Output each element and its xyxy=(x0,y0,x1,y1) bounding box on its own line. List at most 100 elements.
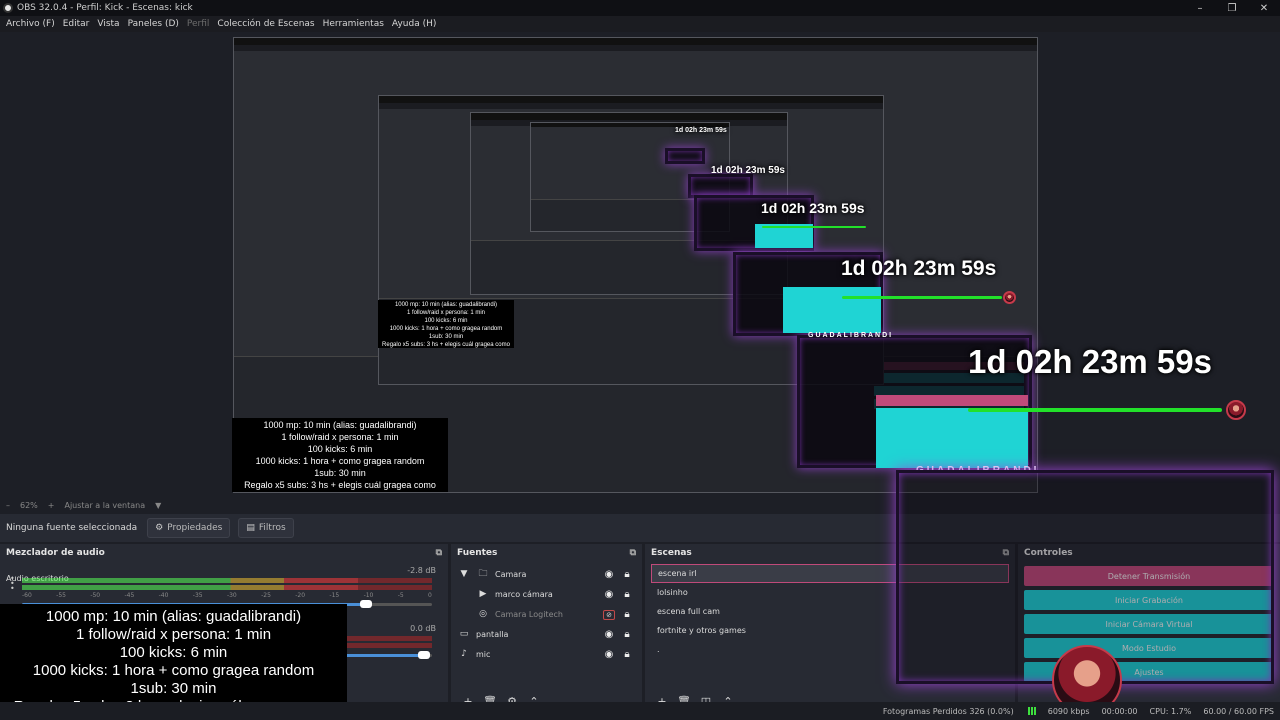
eye-icon[interactable]: ◉ xyxy=(600,649,618,660)
menu-herramientas[interactable]: Herramientas xyxy=(319,19,388,29)
source-label: Camara xyxy=(495,569,527,579)
signal-strength-icon xyxy=(1025,707,1036,715)
window-title: OBS 32.0.4 - Perfil: Kick - Escenas: kic… xyxy=(17,3,193,13)
lock-icon[interactable]: 🔒︎ xyxy=(618,649,636,660)
menu-ayuda[interactable]: Ayuda (H) xyxy=(388,19,440,29)
properties-label: Propiedades xyxy=(167,523,223,533)
obs-logo-icon xyxy=(3,3,13,13)
overlay-line: 1000 kicks: 1 hora + como gragea random xyxy=(32,662,315,679)
menu-editar[interactable]: Editar xyxy=(59,19,94,29)
overlay-line: 100 kicks: 6 min xyxy=(119,644,228,661)
menu-bar: Archivo (F) Editar Vista Paneles (D) Per… xyxy=(0,16,1280,32)
zoom-plus-icon[interactable]: + xyxy=(48,501,55,510)
fit-window-label[interactable]: Ajustar a la ventana xyxy=(64,501,145,510)
fps: 60.00 / 60.00 FPS xyxy=(1203,706,1274,716)
overlay-line: 1000 mp: 10 min (alias: guadalibrandi) xyxy=(45,608,302,625)
overlay-line: 1000 mp: 10 min (alias: guadalibrandi) xyxy=(263,420,417,430)
monitor-icon: ▭ xyxy=(459,629,469,639)
overlay-text-medium: 1000 mp: 10 min (alias: guadalibrandi) 1… xyxy=(232,418,448,492)
lock-icon[interactable]: 🔒︎ xyxy=(618,609,636,620)
eye-icon[interactable]: ◉ xyxy=(600,589,618,600)
source-label: Camara Logitech xyxy=(495,609,563,619)
title-bar: OBS 32.0.4 - Perfil: Kick - Escenas: kic… xyxy=(0,0,1280,16)
zoom-minus-icon[interactable]: – xyxy=(6,501,10,510)
source-item-marco-camara[interactable]: ▶ marco cámara ◉ 🔒︎ xyxy=(457,584,636,604)
chevron-down-icon[interactable]: ▼ xyxy=(155,501,161,510)
cam-frame-tiny xyxy=(665,148,705,164)
audio-mixer-header: Mezclador de audio ⧉ xyxy=(0,544,448,562)
filters-label: Filtros xyxy=(258,523,286,533)
overlay-line: 1sub: 30 min xyxy=(314,468,366,478)
undock-icon[interactable]: ⧉ xyxy=(630,548,636,558)
timer-s: 1d 02h 23m 59s xyxy=(711,165,785,176)
lock-icon[interactable]: 🔒︎ xyxy=(618,589,636,600)
maximize-button[interactable]: ❐ xyxy=(1216,0,1248,16)
stream-time: 00:00:00 xyxy=(1101,706,1138,716)
status-bar: Fotogramas Perdidos 326 (0.0%) 6090 kbps… xyxy=(0,702,1280,720)
play-icon: ▶ xyxy=(479,589,487,599)
cpu-usage: CPU: 1.7% xyxy=(1149,706,1192,716)
track-menu-icon[interactable]: • • • xyxy=(10,575,16,593)
audio-mixer-title: Mezclador de audio xyxy=(6,548,105,558)
source-item-camara[interactable]: ▼ 🗀 Camara ◉ 🔒︎ xyxy=(457,564,636,584)
bitrate: 6090 kbps xyxy=(1047,706,1090,716)
avatar-icon xyxy=(1226,400,1246,420)
overlay-line: Regalo x5 subs: 3 hs + elegis cuál grage… xyxy=(382,342,510,348)
source-item-pantalla[interactable]: ▭ pantalla ◉ 🔒︎ xyxy=(457,624,636,644)
menu-perfil[interactable]: Perfil xyxy=(183,19,214,29)
overlay-line: 1 follow/raid x persona: 1 min xyxy=(75,626,272,643)
menu-paneles[interactable]: Paneles (D) xyxy=(124,19,183,29)
dropped-frames: Fotogramas Perdidos 326 (0.0%) xyxy=(882,706,1014,716)
overlay-line: 1000 kicks: 1 hora + como gragea random xyxy=(389,326,503,332)
overlay-text-small: 1000 mp: 10 min (alias: guadalibrandi) 1… xyxy=(378,300,514,348)
camera-icon: ◎ xyxy=(479,609,487,619)
chevron-down-icon[interactable]: ▼ xyxy=(457,569,471,579)
overlay-line: 1 follow/raid x persona: 1 min xyxy=(406,310,486,316)
gear-icon: ⚙ xyxy=(155,523,164,533)
sources-title: Fuentes xyxy=(457,548,498,558)
avatar-small-icon xyxy=(1003,291,1016,304)
overlay-line: 1 follow/raid x persona: 1 min xyxy=(281,432,399,442)
source-item-mic[interactable]: ♪ mic ◉ 🔒︎ xyxy=(457,644,636,664)
preview-area[interactable]: 1d 02h 23m 59s 1d 02h 23m 59s 1d 02h 23m… xyxy=(0,32,1280,498)
folder-icon: 🗀 xyxy=(478,569,488,579)
properties-button[interactable]: ⚙ Propiedades xyxy=(147,518,231,538)
eye-icon[interactable]: ◉ xyxy=(600,629,618,640)
overlay-line: Regalo x5 subs: 3 hs + elegis cuál grage… xyxy=(244,480,436,490)
level-meter-r xyxy=(22,585,432,590)
cam-label-medium: GUADALIBRANDI xyxy=(808,332,894,339)
timer-m: 1d 02h 23m 59s xyxy=(761,200,865,216)
eye-icon[interactable]: ◉ xyxy=(600,569,618,580)
overlay-line: 100 kicks: 6 min xyxy=(424,318,468,324)
window-controls: – ❐ ✕ xyxy=(1184,0,1280,16)
track-db: 0.0 dB xyxy=(410,624,436,633)
undock-icon[interactable]: ⧉ xyxy=(436,548,442,558)
timer-bar-m xyxy=(762,226,866,228)
source-label: marco cámara xyxy=(495,589,553,599)
sources-list: ▼ 🗀 Camara ◉ 🔒︎ ▶ marco cámara ◉ 🔒︎ ◎ Camara L… xyxy=(451,562,642,664)
scenes-title: Escenas xyxy=(651,548,692,558)
timer-l: 1d 02h 23m 59s xyxy=(841,257,997,280)
zoom-value[interactable]: 62% xyxy=(20,501,38,510)
menu-archivo[interactable]: Archivo (F) xyxy=(2,19,59,29)
source-label: mic xyxy=(476,649,491,659)
close-button[interactable]: ✕ xyxy=(1248,0,1280,16)
sources-header: Fuentes ⧉ xyxy=(451,544,642,562)
sources-dock: Fuentes ⧉ ▼ 🗀 Camara ◉ 🔒︎ ▶ marco cámara ◉ 🔒︎… xyxy=(451,544,642,720)
level-meter-l xyxy=(22,578,432,583)
eye-hidden-icon[interactable]: ⊘ xyxy=(603,609,615,620)
lock-icon[interactable]: 🔒︎ xyxy=(618,629,636,640)
timer-xl: 1d 02h 23m 59s xyxy=(968,343,1212,380)
minimize-button[interactable]: – xyxy=(1184,0,1216,16)
filters-button[interactable]: ▤ Filtros xyxy=(238,518,294,538)
overlay-line: 1000 kicks: 1 hora + como gragea random xyxy=(255,456,425,466)
menu-coleccion-escenas[interactable]: Colección de Escenas xyxy=(213,19,318,29)
overlay-line: 1000 mp: 10 min (alias: guadalibrandi) xyxy=(394,302,498,308)
track-db: -2.8 dB xyxy=(407,566,436,575)
mic-icon: ♪ xyxy=(461,649,467,659)
menu-vista[interactable]: Vista xyxy=(93,19,123,29)
lock-icon[interactable]: 🔒︎ xyxy=(618,569,636,580)
overlay-line: 1sub: 30 min xyxy=(130,680,217,697)
source-item-camara-logitech[interactable]: ◎ Camara Logitech ⊘ 🔒︎ xyxy=(457,604,636,624)
timer-bar-xl xyxy=(968,408,1222,412)
